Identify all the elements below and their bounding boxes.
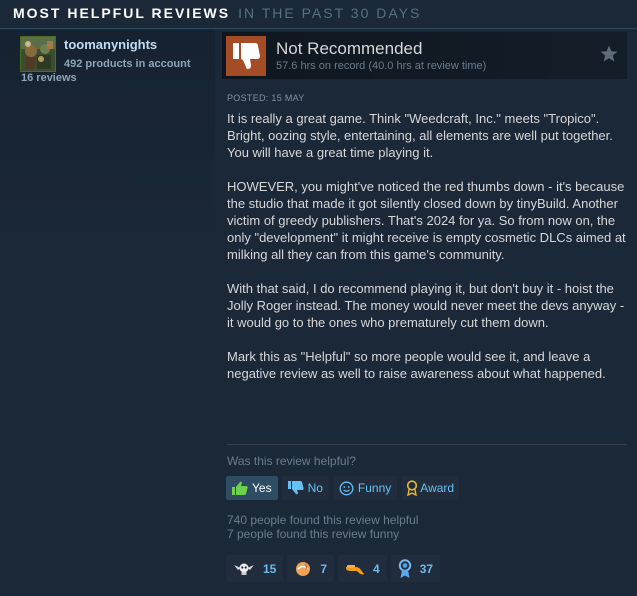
products-owned[interactable]: 492 products in account: [64, 58, 191, 70]
award-button[interactable]: Award: [401, 476, 460, 500]
yes-label: Yes: [252, 481, 272, 495]
avatar[interactable]: [20, 36, 56, 72]
reviewer-name[interactable]: toomanynights: [64, 37, 157, 52]
review-body: It is really a great game. Think "Weedcr…: [227, 110, 627, 382]
helpful-count: 740 people found this review helpful: [227, 513, 419, 527]
reviewer-panel: toomanynights 492 products in account 16…: [0, 30, 215, 596]
star-icon[interactable]: [599, 44, 619, 64]
golden-hand-icon: [346, 564, 365, 575]
award-item[interactable]: 15: [226, 555, 284, 582]
hot-take-icon: [296, 561, 311, 576]
award-item[interactable]: 37: [390, 555, 441, 582]
award-medal-icon: [407, 480, 418, 496]
review-count[interactable]: 16 reviews: [21, 72, 77, 84]
section-header: MOST HELPFUL REVIEWS IN THE PAST 30 DAYS: [13, 5, 421, 23]
avatar-image: [21, 37, 55, 71]
award-count: 4: [373, 561, 380, 576]
winged-skull-icon: [234, 563, 254, 575]
review-paragraph: It is really a great game. Think "Weedcr…: [227, 111, 613, 160]
header-divider: [0, 28, 637, 29]
thumbs-up-icon: [232, 481, 248, 495]
helpful-question: Was this review helpful?: [227, 454, 356, 468]
award-count: 37: [419, 561, 434, 576]
smiley-icon: [339, 481, 354, 495]
review-paragraph: Mark this as "Helpful" so more people wo…: [227, 349, 606, 381]
funny-button[interactable]: Funny: [332, 476, 398, 500]
award-item[interactable]: 7: [287, 555, 335, 582]
award-item[interactable]: 4: [338, 555, 387, 582]
funny-count: 7 people found this review funny: [227, 527, 400, 541]
posted-date: Posted: 15 May: [227, 93, 305, 103]
funny-label: Funny: [357, 481, 392, 495]
no-button[interactable]: No: [281, 476, 329, 500]
ribbon-medal-icon: [398, 558, 411, 578]
section-subtitle: IN THE PAST 30 DAYS: [238, 5, 422, 21]
award-count: 15: [263, 561, 277, 576]
thumbs-down-icon: [226, 36, 266, 76]
controls-divider: [227, 444, 627, 445]
award-count: 7: [320, 561, 328, 576]
review-paragraph: HOWEVER, you might've noticed the red th…: [227, 179, 626, 262]
section-title: MOST HELPFUL REVIEWS: [13, 5, 231, 21]
yes-button[interactable]: Yes: [226, 476, 278, 500]
vote-button-group: Yes No Funny Award: [226, 476, 460, 500]
thumbs-down-small-icon: [287, 481, 304, 495]
review-paragraph: With that said, I do recommend playing i…: [227, 281, 625, 330]
no-label: No: [307, 481, 323, 495]
recommendation-header[interactable]: Not Recommended 57.6 hrs on record (40.0…: [222, 32, 627, 79]
recommendation-title: Not Recommended: [276, 39, 423, 58]
playtime-hours: 57.6 hrs on record (40.0 hrs at review t…: [276, 60, 487, 72]
awards-row: 15 7 4 37: [226, 555, 441, 582]
award-label: Award: [420, 481, 455, 495]
